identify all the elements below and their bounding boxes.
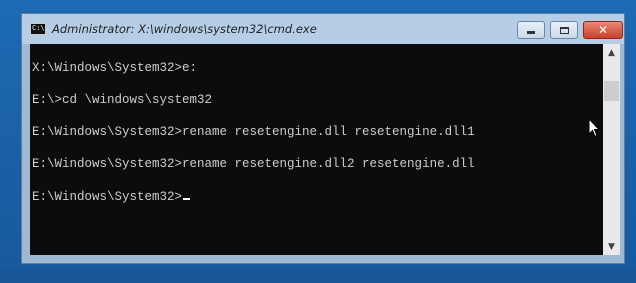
scroll-down-arrow-icon[interactable]: ▼ bbox=[603, 238, 620, 255]
scrollbar-thumb[interactable] bbox=[604, 81, 619, 101]
minimize-icon bbox=[527, 30, 535, 34]
console-line: E:\>cd \windows\system32 bbox=[32, 93, 213, 107]
close-icon: ✕ bbox=[597, 23, 609, 37]
cmd-window[interactable]: C:\ Administrator: X:\windows\system32\c… bbox=[21, 13, 625, 264]
console-prompt-line[interactable]: E:\Windows\System32> bbox=[32, 190, 191, 204]
cmd-app-icon[interactable]: C:\ bbox=[30, 23, 46, 35]
title-bar[interactable]: C:\ Administrator: X:\windows\system32\c… bbox=[22, 14, 624, 44]
console-output[interactable]: X:\Windows\System32>e: E:\>cd \windows\s… bbox=[30, 44, 603, 255]
vertical-scrollbar[interactable]: ▲ ▼ bbox=[603, 44, 620, 255]
console-line: E:\Windows\System32>rename resetengine.d… bbox=[32, 125, 475, 139]
scroll-up-arrow-icon[interactable]: ▲ bbox=[603, 44, 620, 61]
mouse-pointer-icon bbox=[588, 118, 600, 138]
maximize-button[interactable] bbox=[550, 21, 578, 39]
desktop-background: C:\ Administrator: X:\windows\system32\c… bbox=[0, 0, 636, 283]
close-button[interactable]: ✕ bbox=[583, 21, 623, 39]
console-line: E:\Windows\System32>rename resetengine.d… bbox=[32, 157, 475, 171]
console-prompt: E:\Windows\System32> bbox=[32, 190, 183, 204]
desktop-bottom-strip bbox=[0, 270, 636, 283]
maximize-icon bbox=[559, 26, 569, 34]
minimize-button[interactable] bbox=[517, 21, 545, 39]
window-title: Administrator: X:\windows\system32\cmd.e… bbox=[52, 22, 317, 36]
console-line: X:\Windows\System32>e: bbox=[32, 61, 198, 75]
text-cursor bbox=[183, 198, 191, 200]
